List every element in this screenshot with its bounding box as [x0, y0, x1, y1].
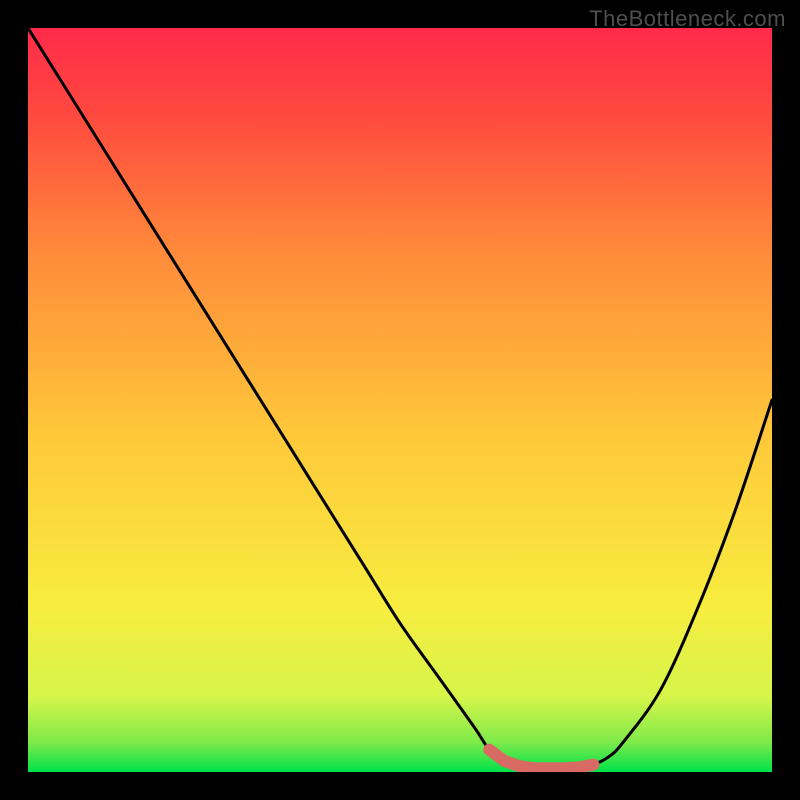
- chart-frame: TheBottleneck.com: [0, 0, 800, 800]
- watermark-text: TheBottleneck.com: [589, 6, 786, 32]
- chart-svg: [28, 28, 772, 772]
- plot-area: [28, 28, 772, 772]
- gradient-background: [28, 28, 772, 772]
